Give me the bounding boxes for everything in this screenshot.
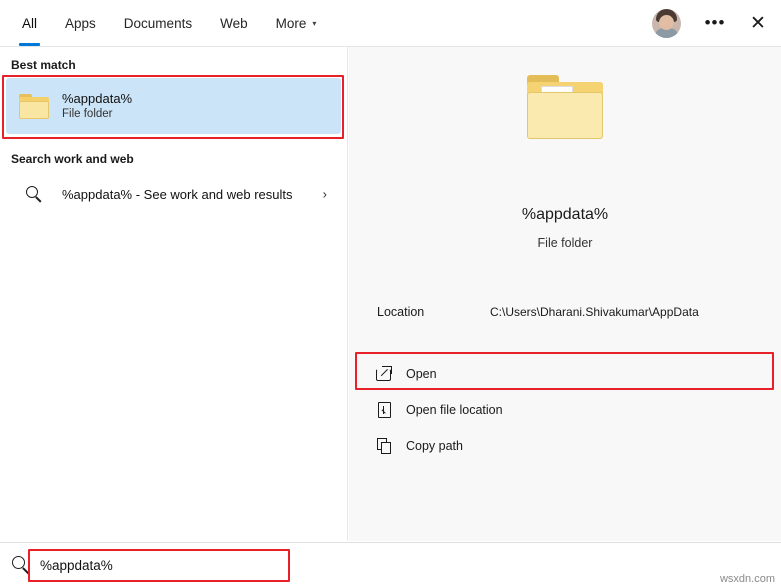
result-item-web-label: %appdata% - See work and web results — [62, 187, 293, 202]
action-open-file-location[interactable]: Open file location — [362, 392, 767, 427]
preview-folder-icon — [527, 75, 603, 139]
close-icon[interactable]: ✕ — [735, 0, 781, 46]
results-pane: Best match %appdata% File folder Search … — [0, 47, 348, 541]
best-match-heading: Best match — [11, 58, 76, 72]
result-item-text: %appdata% File folder — [62, 90, 132, 122]
search-icon-handle — [22, 567, 29, 574]
copy-path-icon-front-sheet — [381, 442, 391, 454]
preview-pane: %appdata% File folder Location C:\Users\… — [349, 47, 781, 541]
location-label: Location — [377, 305, 424, 319]
tab-more[interactable]: More ▾ — [262, 0, 331, 46]
location-value: C:\Users\Dharani.Shivakumar\AppData — [490, 305, 699, 319]
search-flyout: All Apps Documents Web More ▾ ••• — [0, 0, 781, 587]
tab-web-label: Web — [220, 16, 248, 31]
action-open-label: Open — [406, 367, 437, 381]
copy-path-icon-wrap — [362, 438, 406, 454]
more-options-icon[interactable]: ••• — [695, 0, 735, 46]
tab-apps-label: Apps — [65, 16, 96, 31]
result-item-web-search[interactable]: %appdata% - See work and web results › — [6, 172, 341, 216]
tab-all[interactable]: All — [8, 0, 51, 46]
result-item-appdata[interactable]: %appdata% File folder — [6, 78, 341, 134]
tab-documents[interactable]: Documents — [110, 0, 206, 46]
tab-documents-label: Documents — [124, 16, 192, 31]
folder-icon-front — [19, 101, 49, 119]
action-copy-path[interactable]: Copy path — [362, 428, 767, 463]
file-location-icon-wrap — [362, 402, 406, 418]
copy-path-icon — [377, 438, 392, 454]
search-icon — [12, 556, 31, 575]
action-copy-path-label: Copy path — [406, 439, 463, 453]
preview-folder-front — [527, 92, 603, 139]
avatar-face — [659, 15, 674, 30]
tab-apps[interactable]: Apps — [51, 0, 110, 46]
avatar[interactable] — [652, 9, 681, 38]
result-item-subtitle: File folder — [62, 107, 132, 122]
open-icon — [376, 366, 393, 381]
action-open[interactable]: Open — [362, 356, 767, 391]
filter-tabs: All Apps Documents Web More ▾ — [8, 0, 330, 46]
action-open-file-location-label: Open file location — [406, 403, 503, 417]
search-icon — [26, 186, 43, 203]
top-filter-bar: All Apps Documents Web More ▾ ••• — [0, 0, 781, 47]
search-input[interactable] — [40, 552, 296, 578]
search-icon-handle — [35, 196, 41, 202]
file-location-icon-sheet — [378, 402, 391, 418]
preview-subtitle: File folder — [349, 236, 781, 250]
preview-title: %appdata% — [349, 206, 781, 224]
folder-icon-wrap — [6, 94, 62, 119]
chevron-down-icon: ▾ — [312, 20, 316, 28]
search-icon-wrap — [6, 186, 62, 203]
tab-more-label: More — [276, 16, 307, 31]
result-item-title: %appdata% — [62, 90, 132, 107]
taskbar-search-bar: Type here to search — [0, 542, 781, 587]
top-bar-right-controls: ••• ✕ — [652, 0, 781, 46]
tab-all-label: All — [22, 16, 37, 31]
tab-web[interactable]: Web — [206, 0, 262, 46]
watermark: wsxdn.com — [720, 573, 775, 585]
chevron-right-icon[interactable]: › — [323, 187, 327, 202]
open-icon-wrap — [362, 366, 406, 381]
folder-icon — [19, 94, 49, 119]
search-web-heading: Search work and web — [11, 152, 134, 166]
file-location-icon — [377, 402, 392, 418]
